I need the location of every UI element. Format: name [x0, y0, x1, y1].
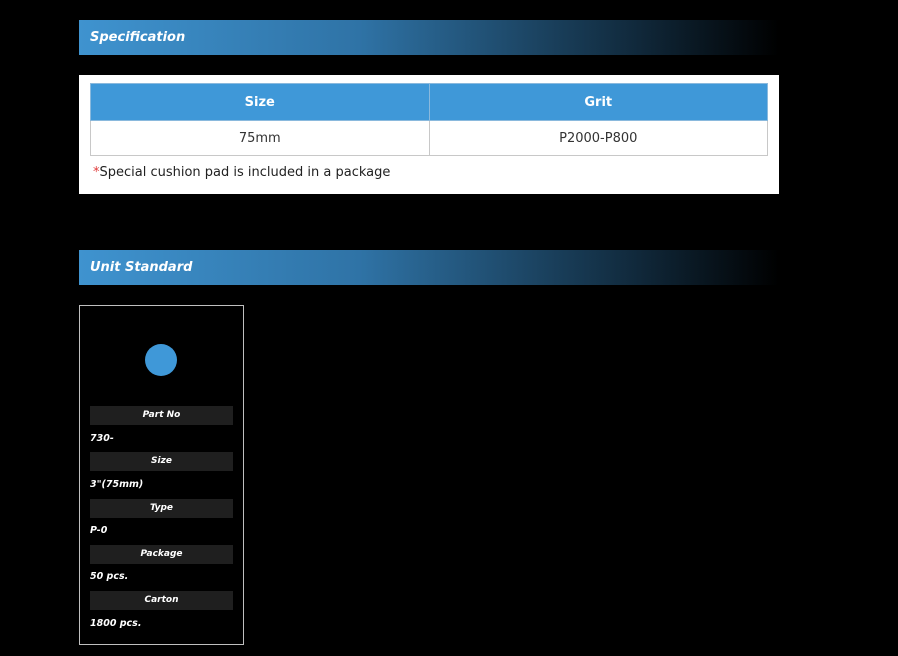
- cell-grit: P2000-P800: [428, 120, 768, 156]
- type-value: P-0: [90, 525, 108, 536]
- part-no-value: 730-: [90, 433, 114, 444]
- package-value: 50 pcs.: [90, 571, 129, 582]
- type-label: Type: [90, 499, 233, 518]
- unit-card: Part No 730- Size 3"(75mm) Type P-0 Pack…: [79, 305, 244, 645]
- note-text: Special cushion pad is included in a pac…: [99, 165, 391, 180]
- size-label: Size: [90, 452, 233, 471]
- column-header-size: Size: [90, 83, 430, 121]
- specification-table: Size Grit 75mm P2000-P800: [90, 83, 768, 156]
- package-note: *Special cushion pad is included in a pa…: [93, 165, 768, 180]
- size-value: 3"(75mm): [90, 479, 144, 490]
- cell-size: 75mm: [90, 120, 430, 156]
- specification-panel: Size Grit 75mm P2000-P800 *Special cushi…: [79, 75, 779, 194]
- table-row: 75mm P2000-P800: [90, 120, 768, 156]
- package-label: Package: [90, 545, 233, 564]
- part-no-label: Part No: [90, 406, 233, 425]
- product-disc-icon: [145, 344, 177, 376]
- carton-value: 1800 pcs.: [90, 618, 142, 629]
- carton-label: Carton: [90, 591, 233, 610]
- specification-header: Specification: [79, 20, 779, 55]
- table-header-row: Size Grit: [90, 83, 768, 121]
- page: Specification Size Grit 75mm P2000-P800 …: [0, 0, 898, 656]
- column-header-grit: Grit: [428, 83, 768, 121]
- unit-standard-header: Unit Standard: [79, 250, 779, 285]
- specification-title: Specification: [90, 30, 186, 45]
- unit-standard-title: Unit Standard: [90, 260, 193, 275]
